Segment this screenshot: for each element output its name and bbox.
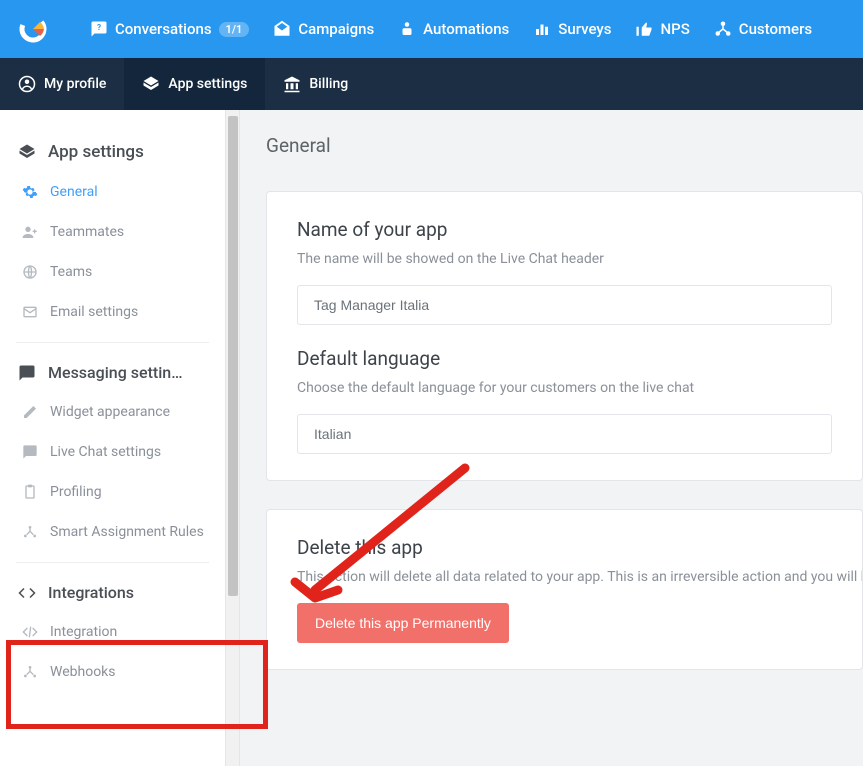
branch-icon — [22, 664, 38, 680]
logo-icon — [18, 14, 48, 44]
tab-label: App settings — [168, 76, 247, 92]
sidebar-item-general[interactable]: General — [0, 172, 225, 212]
envelope-open-icon — [273, 20, 291, 38]
sidebar-item-email-settings[interactable]: Email settings — [0, 292, 225, 332]
layers-icon — [18, 143, 36, 161]
envelope-icon — [22, 304, 38, 320]
user-add-icon — [22, 224, 38, 240]
chart-bar-icon — [533, 20, 551, 38]
nav-nps[interactable]: NPS — [635, 20, 689, 38]
chat-bubble-icon — [22, 444, 38, 460]
sidebar: App settings General Teammates Teams — [0, 110, 240, 766]
tab-app-settings[interactable]: App settings — [124, 58, 265, 110]
app-name-input[interactable] — [297, 285, 832, 325]
code-arrows-icon — [18, 584, 36, 602]
card-general-settings: Name of your app The name will be showed… — [266, 191, 863, 481]
divider — [16, 342, 209, 343]
clipboard-icon — [22, 484, 38, 500]
sidebar-heading-app-settings: App settings — [0, 132, 225, 172]
robot-icon — [398, 20, 416, 38]
nav-customers[interactable]: Customers — [714, 20, 812, 38]
nav-label: Surveys — [558, 20, 611, 38]
sidebar-item-live-chat-settings[interactable]: Live Chat settings — [0, 432, 225, 472]
sub-nav: My profile App settings Billing — [0, 58, 863, 110]
svg-text:?: ? — [97, 23, 101, 33]
globe-icon — [22, 264, 38, 280]
nav-label: Automations — [423, 20, 509, 38]
delete-heading: Delete this app — [297, 536, 832, 559]
chat-question-icon: ? — [90, 20, 108, 38]
name-heading: Name of your app — [297, 218, 832, 241]
sidebar-heading-integrations: Integrations — [0, 573, 225, 612]
sidebar-item-profiling[interactable]: Profiling — [0, 472, 225, 512]
user-circle-icon — [18, 75, 36, 93]
delete-app-button[interactable]: Delete this app Permanently — [297, 603, 509, 643]
scrollbar-thumb[interactable] — [228, 116, 238, 596]
nav-campaigns[interactable]: Campaigns — [273, 20, 374, 38]
sidebar-scrollbar[interactable] — [225, 110, 239, 766]
divider — [16, 562, 209, 563]
sidebar-item-teams[interactable]: Teams — [0, 252, 225, 292]
default-language-select[interactable] — [297, 414, 832, 454]
tab-my-profile[interactable]: My profile — [0, 58, 124, 110]
thumbs-up-icon — [635, 20, 653, 38]
delete-subtext: This action will delete all data related… — [297, 569, 832, 585]
tab-billing[interactable]: Billing — [265, 58, 366, 110]
tab-label: Billing — [309, 76, 348, 92]
nav-surveys[interactable]: Surveys — [533, 20, 611, 38]
chat-icon — [18, 364, 36, 382]
name-subtext: The name will be showed on the Live Chat… — [297, 251, 832, 267]
nav-conversations[interactable]: ? Conversations 1/1 — [90, 20, 249, 38]
main-content: General Name of your app The name will b… — [240, 110, 863, 766]
branch-icon — [22, 524, 38, 540]
sidebar-item-widget-appearance[interactable]: Widget appearance — [0, 392, 225, 432]
card-delete-app: Delete this app This action will delete … — [266, 509, 863, 670]
nav-label: Conversations — [115, 20, 212, 38]
layers-icon — [142, 75, 160, 93]
tab-label: My profile — [44, 76, 106, 92]
code-icon — [22, 624, 38, 640]
gear-icon — [22, 184, 38, 200]
sidebar-item-teammates[interactable]: Teammates — [0, 212, 225, 252]
nav-badge: 1/1 — [219, 22, 250, 37]
pencil-icon — [22, 404, 38, 420]
lang-heading: Default language — [297, 347, 832, 370]
nav-automations[interactable]: Automations — [398, 20, 509, 38]
top-nav: ? Conversations 1/1 Campaigns Automation… — [0, 0, 863, 58]
bank-icon — [283, 75, 301, 93]
nav-label: Campaigns — [298, 20, 374, 38]
logo[interactable] — [18, 14, 48, 44]
sidebar-item-integration[interactable]: Integration — [0, 612, 225, 652]
lang-subtext: Choose the default language for your cus… — [297, 380, 832, 396]
page-title: General — [266, 134, 863, 157]
sidebar-item-smart-assignment[interactable]: Smart Assignment Rules — [0, 512, 225, 552]
sidebar-heading-messaging: Messaging settin… — [0, 353, 225, 392]
sidebar-item-webhooks[interactable]: Webhooks — [0, 652, 225, 692]
nav-label: NPS — [660, 20, 689, 38]
nav-label: Customers — [739, 20, 812, 38]
nodes-icon — [714, 20, 732, 38]
